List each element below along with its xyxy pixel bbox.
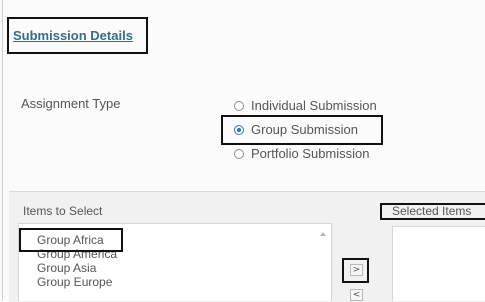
radio-label: Portfolio Submission (251, 146, 370, 161)
submission-details-header: Submission Details (7, 17, 148, 54)
left-divider (2, 0, 3, 301)
items-to-select-title: Items to Select (23, 204, 103, 218)
group-africa-highlight (19, 228, 123, 252)
submission-details-link[interactable]: Submission Details (13, 28, 133, 43)
group-submission-highlight (221, 115, 383, 145)
radio-individual-submission[interactable]: Individual Submission (234, 98, 377, 113)
move-left-button[interactable]: < (350, 289, 363, 301)
radio-label: Individual Submission (251, 98, 377, 113)
list-item[interactable]: Group Europe (37, 275, 117, 289)
radio-button[interactable] (234, 148, 244, 159)
radio-button[interactable] (234, 100, 244, 111)
scroll-up-arrow-icon[interactable] (320, 232, 326, 236)
list-item[interactable]: Group Asia (37, 261, 117, 275)
selected-items-title: Selected Items (380, 203, 485, 220)
selected-items-listbox[interactable] (392, 226, 485, 301)
move-right-highlight (342, 258, 369, 283)
radio-portfolio-submission[interactable]: Portfolio Submission (234, 146, 370, 161)
assignment-type-label: Assignment Type (21, 96, 121, 111)
